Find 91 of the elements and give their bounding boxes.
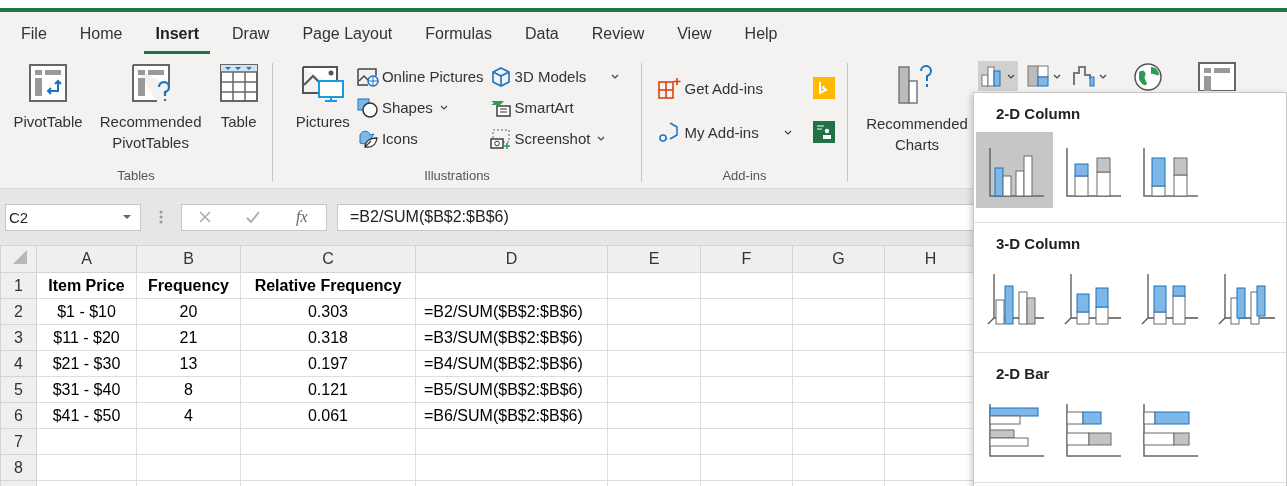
recommended-pivottables-button[interactable]: Recommended PivotTables [86, 61, 215, 155]
my-add-ins-button[interactable]: My Add-ins [654, 115, 795, 149]
recommended-charts-button[interactable]: Recommended Charts [858, 61, 976, 157]
bing-app-icon[interactable] [812, 77, 835, 99]
column-header[interactable]: C [240, 245, 416, 273]
name-box[interactable]: C2 [5, 203, 141, 231]
table-cell: $1 - $10 [36, 298, 137, 325]
table-cell: 21 [136, 324, 241, 351]
ribbon-tab[interactable]: Formulas [414, 13, 503, 54]
ribbon-command[interactable]: Online Pictures [353, 61, 487, 92]
store-grid-icon [657, 77, 682, 99]
table-cell: 13 [136, 350, 241, 377]
ribbon-command[interactable]: Icons [353, 123, 487, 154]
table-cell: 0.121 [240, 376, 416, 403]
table-cell: $31 - $40 [36, 376, 137, 403]
chart-option[interactable] [976, 132, 1053, 208]
column-header[interactable]: G [792, 245, 885, 273]
table-cell: 0.303 [240, 298, 416, 325]
table-cell: =B3/SUM($B$2:$B$6) [415, 324, 608, 351]
section-heading: 2-D Column [996, 105, 1082, 122]
ribbon-command[interactable]: SmartArt [486, 92, 623, 123]
check-icon[interactable] [245, 210, 262, 224]
ribbon-tab[interactable]: Data [513, 13, 570, 54]
dropdown-caret-icon [122, 214, 132, 220]
ribbon-tab[interactable]: Help [733, 13, 789, 54]
grip-icon [159, 209, 163, 225]
ribbon-tab[interactable]: File [10, 13, 58, 54]
ribbon-command[interactable]: Screenshot [486, 123, 623, 154]
caret-icon [1053, 73, 1061, 79]
table-cell: 8 [136, 376, 241, 403]
shapes-icon [356, 97, 379, 118]
table-cell: $11 - $20 [36, 324, 137, 351]
column-chart-button[interactable] [978, 61, 1018, 91]
screenshot-camera-icon [489, 128, 512, 149]
row-header[interactable]: 6 [0, 402, 37, 429]
row-header[interactable]: 8 [0, 454, 37, 481]
ribbon-command[interactable]: Shapes [353, 92, 487, 123]
table-cell: 0.197 [240, 350, 416, 377]
caret-icon [1099, 73, 1107, 79]
table-cell: 0.061 [240, 402, 416, 429]
row-header[interactable]: 3 [0, 324, 37, 351]
ribbon-tab[interactable]: Review [580, 13, 656, 54]
image-globe-icon [356, 66, 379, 87]
pivottable-button[interactable]: PivotTable [9, 61, 87, 134]
picture-monitor-icon [300, 63, 345, 103]
column-header[interactable]: F [700, 245, 793, 273]
pictures-button[interactable]: Pictures [291, 61, 354, 134]
table-icon [218, 63, 259, 103]
row-header[interactable]: 5 [0, 376, 37, 403]
table-cell: =B2/SUM($B$2:$B$6) [415, 298, 608, 325]
treemap-icon [1027, 65, 1051, 87]
row-header[interactable]: 1 [0, 272, 37, 299]
section-heading: 2-D Bar [996, 365, 1051, 382]
caret-icon [1007, 73, 1015, 79]
table-cell: 0.318 [240, 324, 416, 351]
table-cell: Relative Frequency [240, 272, 416, 299]
ribbon-tab[interactable]: Draw [221, 13, 281, 54]
waterfall-icon [1073, 65, 1097, 87]
column-header[interactable]: E [607, 245, 701, 273]
group-label: Add-ins [722, 168, 767, 185]
cube-icon [489, 66, 512, 87]
row-header[interactable]: 2 [0, 298, 37, 325]
table-cell: 4 [136, 402, 241, 429]
section-heading: 3-D Column [996, 235, 1082, 252]
group-label: Tables [117, 168, 155, 185]
table-cell: =B6/SUM($B$2:$B$6) [415, 402, 608, 429]
ribbon-tab[interactable]: Home [68, 13, 134, 54]
bird-leaf-icon [356, 128, 379, 149]
table-cell: Frequency [136, 272, 241, 299]
pivot-question-icon [130, 63, 171, 103]
ribbon-tab[interactable]: Page Layout [291, 13, 404, 54]
table-cell: =B4/SUM($B$2:$B$6) [415, 350, 608, 377]
table-button[interactable]: Table [214, 61, 263, 134]
group-label: Illustrations [424, 168, 490, 185]
ribbon-command[interactable]: 3D Models [486, 61, 623, 92]
people-app-icon[interactable] [812, 121, 835, 143]
row-header[interactable]: 7 [0, 428, 37, 455]
table-cell: =B5/SUM($B$2:$B$6) [415, 376, 608, 403]
cancel-icon[interactable] [198, 210, 213, 224]
column-header[interactable]: D [415, 245, 608, 273]
table-cell: $41 - $50 [36, 402, 137, 429]
ribbon-tab[interactable]: View [666, 13, 723, 54]
get-add-ins-button[interactable]: Get Add-ins [654, 71, 766, 105]
row-header[interactable]: 4 [0, 350, 37, 377]
insert-function-button[interactable]: fx [294, 208, 310, 226]
column-header[interactable]: B [136, 245, 241, 273]
pivot-table-icon [28, 63, 68, 103]
table-cell: 20 [136, 298, 241, 325]
column-header[interactable]: A [36, 245, 137, 273]
table-cell: Item Price [36, 272, 137, 299]
table-cell: $21 - $30 [36, 350, 137, 377]
